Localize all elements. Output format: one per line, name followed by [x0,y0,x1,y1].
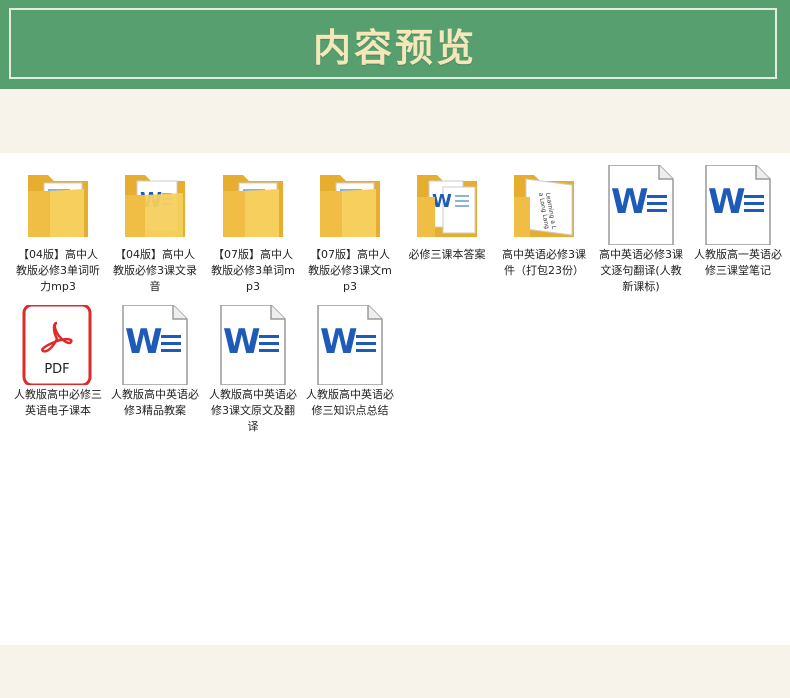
header-banner: 内容预览 [0,0,790,89]
file-item[interactable]: PDF 人教版高中必修三英语电子课本 [10,305,106,419]
file-item[interactable]: W 高中英语必修3课文逐句翻译(人教新课标) [593,165,689,295]
file-list-panel: 【04版】高中人教版必修3单词听力mp3 W 【04版】高中人教版必修3课文录音 [0,153,790,645]
file-item[interactable]: W 【04版】高中人教版必修3课文录音 [107,165,203,295]
folder-docs-icon [302,165,398,245]
word-document-icon: W [593,165,689,245]
word-document-icon: W [205,305,301,385]
file-label: 【07版】高中人教版必修3单词mp3 [211,248,295,293]
file-item[interactable]: Learning a L a Long Lang 高中英语必修3课件（打包23份… [496,165,592,279]
file-item[interactable]: W 必修三课本答案 [399,165,495,263]
svg-text:W: W [223,322,261,362]
file-item[interactable]: W 人教版高中英语必修三知识点总结 [302,305,398,419]
file-item[interactable]: 【07版】高中人教版必修3课文mp3 [302,165,398,295]
page-title: 内容预览 [312,25,477,70]
file-label: 人教版高中英语必修3课文原文及翻译 [209,388,297,433]
file-label: 【04版】高中人教版必修3单词听力mp3 [16,248,100,293]
svg-text:W: W [125,322,163,362]
pdf-document-icon: PDF [10,305,106,385]
folder-slides-icon: Learning a L a Long Lang [496,165,592,245]
folder-docs-icon [10,165,106,245]
svg-text:W: W [611,182,649,222]
file-label: 必修三课本答案 [408,248,486,261]
folder-docs-icon [205,165,301,245]
svg-text:W: W [708,182,746,222]
folder-word-docs-icon: W [399,165,495,245]
word-document-icon: W [690,165,786,245]
word-document-icon: W [107,305,203,385]
folder-word-icon: W [107,165,203,245]
file-item[interactable]: 【04版】高中人教版必修3单词听力mp3 [10,165,106,295]
file-item[interactable]: 【07版】高中人教版必修3单词mp3 [205,165,301,295]
file-label: 高中英语必修3课文逐句翻译(人教新课标) [599,248,683,293]
file-item[interactable]: W 人教版高中英语必修3精品教案 [107,305,203,419]
file-label: 人教版高一英语必修三课堂笔记 [694,248,782,277]
svg-text:PDF: PDF [44,362,69,377]
file-label: 人教版高中必修三英语电子课本 [14,388,102,417]
word-document-icon: W [302,305,398,385]
file-item[interactable]: W 人教版高中英语必修3课文原文及翻译 [205,305,301,435]
file-item[interactable]: W 人教版高一英语必修三课堂笔记 [690,165,786,279]
file-label: 【07版】高中人教版必修3课文mp3 [308,248,392,293]
file-label: 人教版高中英语必修3精品教案 [111,388,199,417]
file-label: 高中英语必修3课件（打包23份） [502,248,586,277]
file-label: 【04版】高中人教版必修3课文录音 [113,248,197,293]
svg-text:W: W [320,322,358,362]
file-label: 人教版高中英语必修三知识点总结 [306,388,394,417]
